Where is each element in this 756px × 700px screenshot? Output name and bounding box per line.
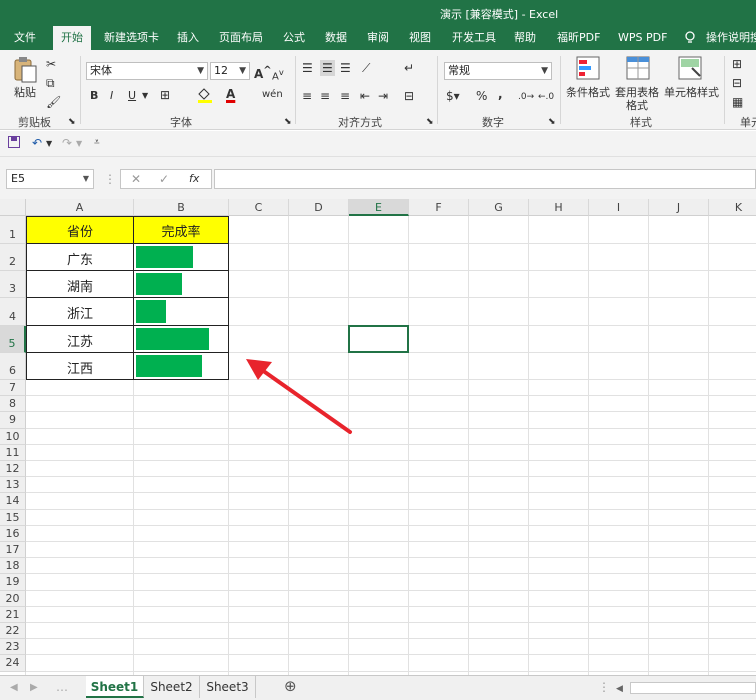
annotation-arrow xyxy=(246,359,352,434)
